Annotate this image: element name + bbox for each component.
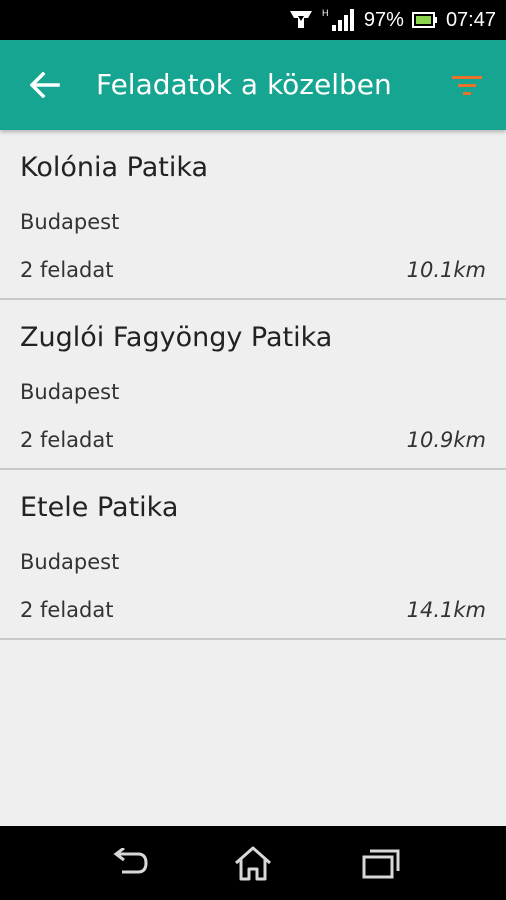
filter-icon — [452, 76, 482, 95]
recent-apps-icon — [362, 849, 400, 879]
navigation-bar — [0, 826, 506, 900]
status-bar: H 97% 07:47 — [0, 0, 506, 40]
nav-recent-apps-button[interactable] — [350, 838, 410, 888]
notification-icon — [288, 8, 314, 32]
item-tasks: 2 feladat — [20, 598, 114, 622]
item-name: Zuglói Fagyöngy Patika — [20, 322, 333, 353]
back-button[interactable] — [22, 62, 68, 108]
list-item[interactable]: Zuglói Fagyöngy Patika Budapest 2 felada… — [0, 300, 506, 470]
battery-percent: 97% — [363, 8, 404, 31]
home-icon — [235, 846, 271, 881]
item-city: Budapest — [20, 550, 120, 574]
item-name: Kolónia Patika — [20, 152, 209, 183]
nav-back-button[interactable] — [98, 838, 158, 888]
item-distance: 10.9km — [406, 428, 486, 452]
page-title: Feladatok a közelben — [96, 68, 392, 101]
svg-text:H: H — [322, 8, 329, 18]
item-tasks: 2 feladat — [20, 428, 114, 452]
pharmacy-list: Kolónia Patika Budapest 2 feladat 10.1km… — [0, 130, 506, 640]
list-item[interactable]: Kolónia Patika Budapest 2 feladat 10.1km — [0, 130, 506, 300]
list-item[interactable]: Etele Patika Budapest 2 feladat 14.1km — [0, 470, 506, 640]
battery-icon — [411, 11, 438, 29]
item-tasks: 2 feladat — [20, 258, 114, 282]
filter-button[interactable] — [446, 64, 488, 106]
nav-home-button[interactable] — [223, 838, 283, 888]
signal-icon: H — [322, 7, 356, 33]
arrow-left-icon — [30, 72, 60, 98]
clock: 07:47 — [445, 8, 496, 31]
item-city: Budapest — [20, 380, 120, 404]
item-city: Budapest — [20, 210, 120, 234]
item-distance: 14.1km — [406, 598, 486, 622]
app-bar: Feladatok a közelben — [0, 40, 506, 130]
back-nav-icon — [113, 848, 148, 874]
status-icons: H 97% 07:47 — [288, 0, 496, 40]
item-distance: 10.1km — [406, 258, 486, 282]
item-name: Etele Patika — [20, 492, 179, 523]
